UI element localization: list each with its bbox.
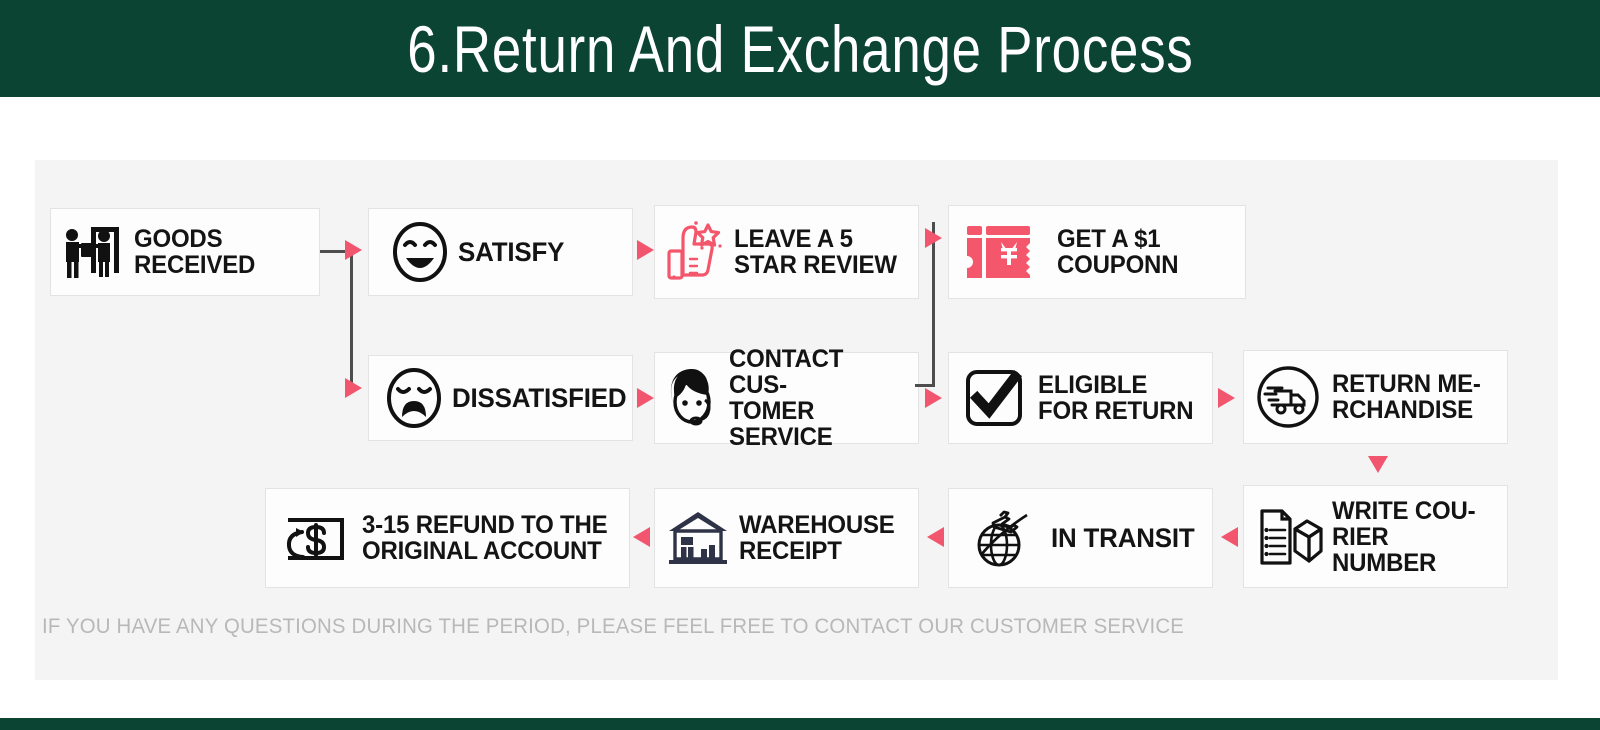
arrow-transit-to-warehouse	[927, 527, 944, 547]
arrow-review-to-coupon	[925, 228, 942, 248]
arrow-return-to-courier	[1368, 456, 1388, 473]
arrow-satisfy-to-review	[637, 240, 654, 260]
arrow-service-to-eligible	[925, 388, 942, 408]
arrow-eligible-to-return	[1218, 388, 1235, 408]
step-label: SATISFY	[458, 236, 565, 267]
section-header: 6.Return And Exchange Process	[0, 0, 1600, 97]
step-label: GOODS RECEIVED	[134, 225, 256, 279]
warehouse-icon	[663, 507, 733, 569]
thumbs-up-star-icon	[663, 219, 725, 285]
step-eligible-return[interactable]: ELIGIBLE FOR RETURN	[948, 352, 1213, 444]
customer-service-note: IF YOU HAVE ANY QUESTIONS DURING THE PER…	[42, 615, 1185, 638]
step-label: CONTACT CUS- TOMER SERVICE	[729, 345, 844, 451]
step-leave-review[interactable]: LEAVE A 5 STAR REVIEW	[654, 205, 919, 299]
step-refund[interactable]: 3-15 REFUND TO THE ORIGINAL ACCOUNT	[265, 488, 630, 588]
step-label: WRITE COU- RIER NUMBER	[1332, 496, 1476, 577]
arrow-courier-to-transit	[1221, 527, 1238, 547]
step-label: ELIGIBLE FOR RETURN	[1038, 371, 1194, 425]
arrow-dissatisfied-to-service	[637, 388, 654, 408]
step-label: LEAVE A 5 STAR REVIEW	[734, 225, 897, 279]
step-label: DISSATISFIED	[452, 382, 627, 413]
step-write-courier-number[interactable]: WRITE COU- RIER NUMBER	[1243, 485, 1508, 588]
step-satisfy[interactable]: SATISFY	[368, 208, 633, 296]
checkbox-check-icon	[963, 367, 1025, 429]
connector-goods-branch-vertical	[350, 250, 353, 385]
step-warehouse-receipt[interactable]: WAREHOUSE RECEIPT	[654, 488, 919, 588]
page-title: 6.Return And Exchange Process	[406, 11, 1194, 86]
refund-dollar-icon	[280, 510, 350, 566]
delivery-handoff-icon	[61, 223, 125, 281]
step-goods-received[interactable]: GOODS RECEIVED	[50, 208, 320, 296]
step-label: RETURN ME- RCHANDISE	[1332, 370, 1481, 424]
step-in-transit[interactable]: IN TRANSIT	[948, 488, 1213, 588]
step-label: IN TRANSIT	[1051, 522, 1195, 553]
step-dissatisfied[interactable]: DISSATISFIED	[368, 355, 633, 441]
arrow-warehouse-to-refund	[633, 527, 650, 547]
sad-face-icon	[379, 367, 443, 429]
step-label: WAREHOUSE RECEIPT	[739, 511, 895, 565]
arrow-goods-to-satisfy	[345, 240, 362, 260]
support-agent-icon	[661, 366, 723, 430]
process-diagram-panel: GOODS RECEIVED SATISFY LEAVE A 5 STAR RE…	[35, 160, 1558, 680]
step-return-merchandise[interactable]: RETURN ME- RCHANDISE	[1243, 350, 1508, 444]
return-exchange-process-page: 6.Return And Exchange Process GOODS RECE…	[0, 0, 1600, 730]
step-label: 3-15 REFUND TO THE ORIGINAL ACCOUNT	[362, 511, 608, 565]
connector-review-down-horizontal	[915, 384, 935, 387]
step-contact-service[interactable]: CONTACT CUS- TOMER SERVICE	[654, 346, 919, 450]
happy-face-icon	[379, 221, 449, 283]
return-truck-icon	[1256, 365, 1320, 429]
document-package-icon	[1254, 505, 1324, 569]
step-label: GET A $1 COUPONN	[1057, 225, 1179, 279]
arrow-goods-to-dissatisfied	[345, 378, 362, 398]
step-get-coupon[interactable]: GET A $1 COUPONN	[948, 205, 1246, 299]
footer-bar	[0, 718, 1600, 730]
coupon-ticket-icon	[965, 222, 1041, 282]
airplane-globe-icon	[969, 507, 1037, 569]
